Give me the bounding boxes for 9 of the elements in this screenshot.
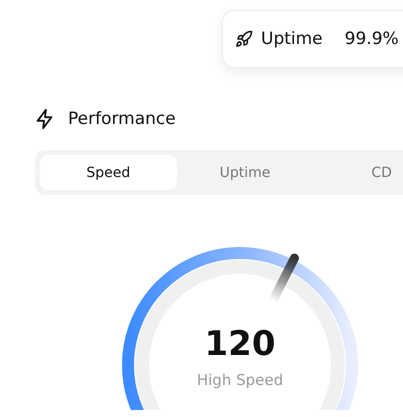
tab[interactable]: Uptime bbox=[176, 155, 314, 190]
gauge-value: 120 bbox=[204, 324, 276, 364]
tab[interactable]: Speed bbox=[40, 155, 177, 190]
rocket-icon bbox=[235, 30, 253, 48]
section-title: Performance bbox=[68, 109, 176, 129]
uptime-value: 99.9% bbox=[344, 29, 399, 49]
uptime-label: Uptime bbox=[261, 29, 323, 49]
tab[interactable]: CD bbox=[313, 155, 403, 190]
gauge-caption: High Speed bbox=[196, 371, 284, 389]
